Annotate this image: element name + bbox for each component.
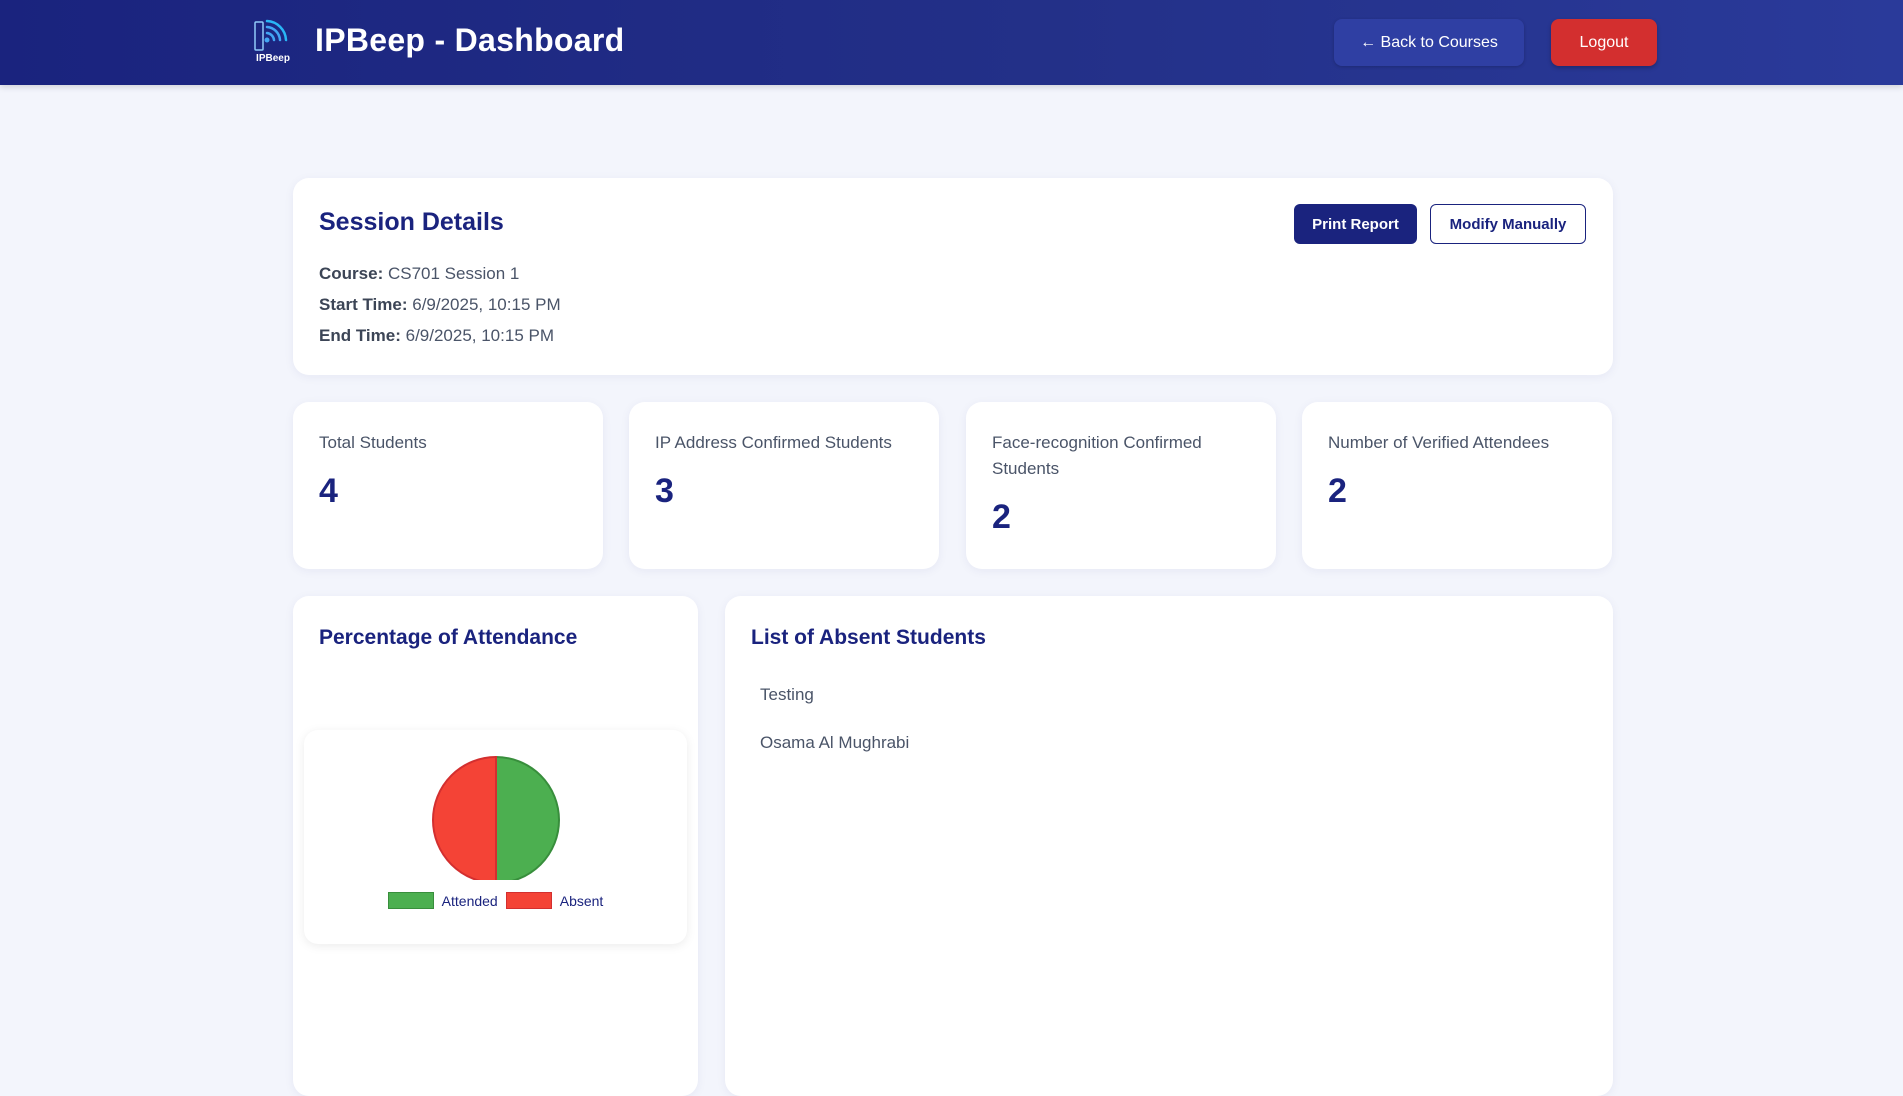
pie-slice-absent[interactable] — [432, 755, 497, 880]
stat-card-total-students: Total Students 4 — [293, 402, 603, 569]
session-details-title: Session Details — [319, 208, 504, 236]
stat-label: IP Address Confirmed Students — [655, 433, 892, 452]
logo-wordmark: IPBeep — [256, 53, 290, 64]
logout-button[interactable]: Logout — [1551, 19, 1657, 66]
pie-chart-container: Attended Absent — [304, 730, 687, 944]
stat-label: Number of Verified Attendees — [1328, 433, 1550, 452]
stat-label: Face-recognition Confirmed Students — [992, 433, 1202, 478]
attendance-chart-title: Percentage of Attendance — [319, 626, 578, 649]
ipbeep-logo: IPBeep — [253, 16, 293, 66]
chart-legend: Attended Absent — [304, 892, 687, 909]
stat-card-ip-confirmed: IP Address Confirmed Students 3 — [629, 402, 939, 569]
back-to-courses-button[interactable]: ← Back to Courses — [1334, 19, 1524, 66]
legend-item-absent[interactable]: Absent — [505, 892, 604, 909]
absent-students-card: List of Absent Students Testing Osama Al… — [725, 596, 1613, 1096]
stat-value: 2 — [1328, 472, 1347, 510]
start-time-value: 6/9/2025, 10:15 PM — [412, 295, 561, 314]
stat-value: 4 — [319, 472, 338, 510]
session-details-card: Session Details Print Report Modify Manu… — [293, 178, 1613, 375]
attendance-chart-card: Percentage of Attendance Attended Absent — [293, 596, 698, 1096]
wifi-signal-icon — [254, 19, 288, 51]
legend-swatch-absent — [505, 892, 552, 909]
stat-label: Total Students — [319, 433, 427, 452]
absent-students-title: List of Absent Students — [751, 626, 986, 649]
legend-label-attended: Attended — [441, 892, 498, 909]
absent-student-item: Osama Al Mughrabi — [760, 733, 910, 752]
absent-student-item: Testing — [760, 685, 814, 704]
legend-label-absent: Absent — [559, 892, 604, 909]
end-time-detail: End Time: 6/9/2025, 10:15 PM — [319, 326, 554, 346]
start-time-detail: Start Time: 6/9/2025, 10:15 PM — [319, 295, 561, 315]
stat-card-verified-attendees: Number of Verified Attendees 2 — [1302, 402, 1612, 569]
stat-value: 2 — [992, 498, 1011, 536]
legend-swatch-attended — [387, 892, 434, 909]
start-time-label: Start Time: — [319, 295, 408, 314]
course-value: CS701 Session 1 — [387, 264, 520, 283]
top-navbar: IPBeep IPBeep - Dashboard ← Back to Cour… — [0, 0, 1903, 85]
course-detail: Course: CS701 Session 1 — [319, 264, 519, 284]
page-title: IPBeep - Dashboard — [315, 22, 625, 58]
modify-manually-button[interactable]: Modify Manually — [1430, 204, 1586, 244]
attendance-pie-chart — [432, 755, 560, 880]
course-label: Course: — [319, 264, 384, 283]
print-report-button[interactable]: Print Report — [1294, 204, 1417, 244]
end-time-value: 6/9/2025, 10:15 PM — [405, 326, 554, 345]
legend-item-attended[interactable]: Attended — [387, 892, 498, 909]
end-time-label: End Time: — [319, 326, 401, 345]
stat-card-face-confirmed: Face-recognition Confirmed Students 2 — [966, 402, 1276, 569]
pie-slice-attended[interactable] — [495, 755, 560, 880]
stat-value: 3 — [655, 472, 674, 510]
